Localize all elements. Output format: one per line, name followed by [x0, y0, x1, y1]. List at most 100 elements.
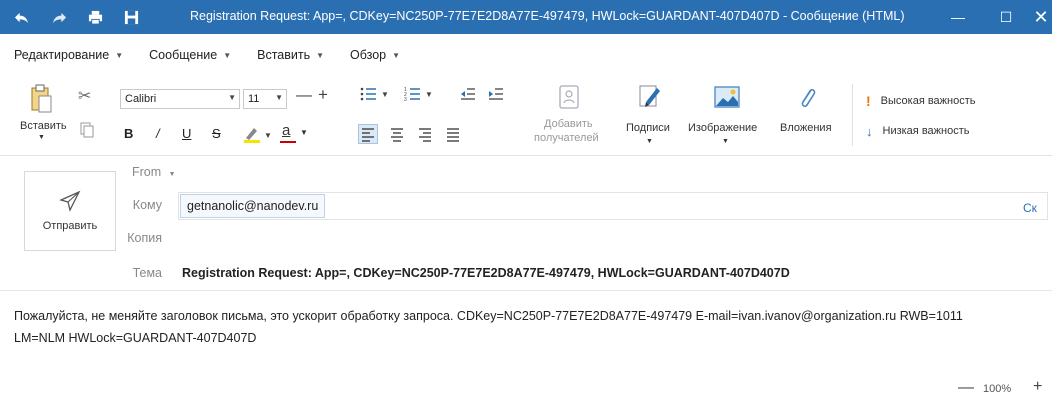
svg-text:3: 3 [404, 97, 407, 102]
reply-arrow-icon[interactable] [6, 0, 36, 34]
high-importance-button[interactable]: ! Высокая важность [866, 92, 976, 110]
menu-insert-label: Вставить [257, 48, 311, 62]
body-line-1: Пожалуйста, не меняйте заголовок письма,… [14, 309, 963, 323]
low-importance-button[interactable]: ↓ Низкая важность [866, 122, 969, 140]
cut-icon[interactable]: ✂ [78, 86, 91, 106]
chevron-down-icon: ▼ [228, 93, 236, 102]
svg-text:▼: ▼ [264, 131, 272, 140]
svg-text:▼: ▼ [425, 90, 433, 99]
cc-input[interactable] [180, 228, 1040, 250]
exclamation-icon: ! [866, 93, 871, 109]
maximize-button[interactable]: ☐ [986, 0, 1026, 34]
paste-label: Вставить [20, 120, 67, 132]
menu-edit-label: Редактирование [14, 48, 110, 62]
image-label: Изображение [688, 122, 758, 134]
title-bar: Registration Request: App=, CDKey=NC250P… [0, 0, 1052, 34]
attach-file-button[interactable]: Вложения [776, 82, 842, 152]
chevron-down-icon: ▼ [316, 50, 325, 60]
window-title: Registration Request: App=, CDKey=NC250P… [190, 9, 905, 23]
zoom-in-button[interactable]: + [1033, 378, 1042, 396]
zoom-out-button[interactable]: — [958, 379, 974, 397]
increase-font-button[interactable]: + [318, 85, 328, 105]
chevron-down-icon: ▼ [168, 171, 176, 178]
insert-image-button[interactable]: Изображение ▼ [686, 82, 766, 152]
forward-arrow-icon[interactable] [44, 0, 74, 34]
bullet-list-icon[interactable]: ▼ [360, 86, 392, 105]
decrease-indent-icon[interactable] [460, 86, 476, 105]
svg-text:▼: ▼ [381, 90, 389, 99]
from-label: From [132, 165, 162, 179]
underline-button[interactable]: U [182, 126, 191, 141]
header-divider [0, 290, 1052, 291]
align-right-icon[interactable] [416, 125, 434, 146]
chevron-down-icon: ▼ [300, 128, 308, 137]
chevron-down-icon: ▼ [38, 134, 45, 141]
bold-button[interactable]: B [124, 126, 133, 141]
align-center-icon[interactable] [388, 125, 406, 146]
italic-button[interactable]: / [156, 126, 160, 141]
send-label: Отправить [42, 220, 98, 232]
font-name-dropdown[interactable]: Calibri ▼ [120, 89, 240, 109]
menu-message[interactable]: Сообщение ▼ [149, 48, 231, 62]
highlighter-icon[interactable]: ▼ [242, 124, 272, 147]
font-color-swatch [280, 141, 296, 143]
decrease-font-button[interactable]: — [296, 87, 312, 105]
clipboard-icon [31, 84, 52, 113]
zoom-level[interactable]: 100% [983, 383, 1011, 395]
print-icon[interactable] [80, 0, 110, 34]
to-label: Кому [132, 198, 162, 212]
message-body[interactable]: Пожалуйста, не меняйте заголовок письма,… [14, 305, 1050, 349]
font-size-value: 11 [248, 93, 260, 105]
chevron-down-icon: ▼ [392, 50, 401, 60]
menu-review-label: Обзор [350, 48, 387, 62]
recipient-address: getnanolic@nanodev.ru [187, 199, 319, 213]
increase-indent-icon[interactable] [488, 86, 504, 105]
chevron-down-icon: ▼ [223, 50, 232, 60]
strikethrough-button[interactable]: S [212, 126, 221, 141]
menu-message-label: Сообщение [149, 48, 218, 62]
font-color-letter: a [282, 122, 291, 139]
ribbon-divider [852, 84, 853, 146]
chevron-down-icon: ▼ [722, 138, 729, 145]
from-dropdown[interactable]: From ▼ [112, 165, 192, 179]
image-icon [714, 86, 740, 108]
chevron-down-icon: ▼ [646, 138, 653, 145]
paste-button[interactable]: Вставить ▼ [14, 82, 70, 148]
subject-input[interactable]: Registration Request: App=, CDKey=NC250P… [182, 266, 790, 280]
justify-icon[interactable] [444, 125, 462, 146]
high-importance-label: Высокая важность [880, 95, 976, 107]
font-size-dropdown[interactable]: 11 ▼ [243, 89, 287, 109]
signatures-label: Подписи [626, 122, 670, 134]
copy-icon[interactable] [80, 122, 94, 141]
send-plane-icon [59, 190, 81, 212]
bcc-link[interactable]: Ск [1023, 201, 1037, 215]
signature-pen-icon [639, 85, 660, 107]
add-recipients-button[interactable]: Добавить получателей [530, 82, 610, 152]
add-recipients-label-1: Добавить [544, 118, 593, 130]
menu-insert[interactable]: Вставить ▼ [257, 48, 324, 62]
menu-bar: Редактирование ▼ Сообщение ▼ Вставить ▼ Обз… [0, 34, 1052, 76]
ribbon: Вставить ▼ ✂ Calibri ▼ 11 ▼ — + B / U S ▼ … [0, 76, 1052, 156]
numbered-list-icon[interactable]: 1 2 3 ▼ [404, 86, 436, 105]
font-color-button[interactable]: a ▼ [278, 122, 314, 144]
subject-label: Тема [132, 266, 162, 280]
signatures-button[interactable]: Подписи ▼ [620, 82, 680, 152]
align-left-icon[interactable] [358, 124, 378, 144]
font-name-value: Calibri [125, 93, 157, 105]
paperclip-icon [801, 88, 816, 108]
minimize-button[interactable]: — [938, 0, 978, 34]
chevron-down-icon: ▼ [275, 93, 283, 102]
body-line-2: LM=NLM HWLock=GUARDANT-407D407D [14, 331, 257, 345]
address-book-icon [559, 85, 579, 109]
menu-review[interactable]: Обзор ▼ [350, 48, 400, 62]
save-icon[interactable] [116, 0, 146, 34]
menu-edit[interactable]: Редактирование ▼ [14, 48, 123, 62]
recipient-chip[interactable]: getnanolic@nanodev.ru [180, 194, 326, 218]
cc-label: Копия [127, 231, 162, 245]
chevron-down-icon: ▼ [115, 50, 124, 60]
low-importance-label: Низкая важность [882, 125, 970, 137]
attachments-label: Вложения [780, 122, 832, 134]
close-button[interactable]: ✕ [1030, 0, 1052, 34]
add-recipients-label-2: получателей [534, 132, 599, 144]
down-arrow-icon: ↓ [866, 123, 873, 139]
